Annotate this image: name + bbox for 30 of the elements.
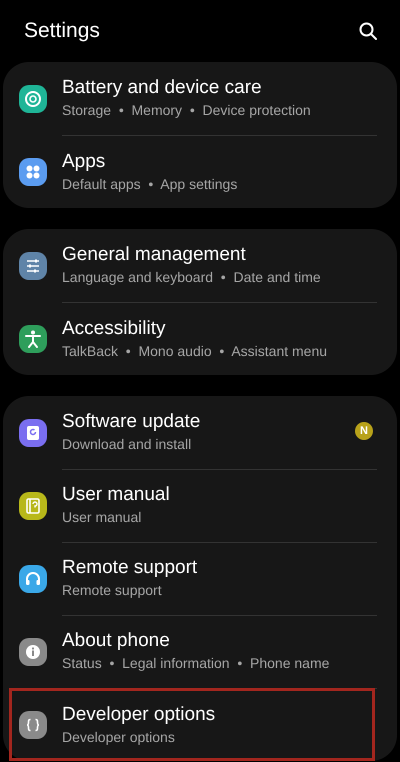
screen-title: Settings [24,19,100,43]
item-title: User manual [62,483,170,507]
item-details: TalkBack • Mono audio • Assistant menu [62,342,328,360]
settings-item[interactable]: General management Language and keyboard • Date and time [3,229,397,302]
settings-item[interactable]: Accessibility TalkBack • Mono audio • Assistant menu [3,302,397,375]
item-details: Download and install [62,435,192,454]
settings-item[interactable]: Software update Download and install N [3,396,397,469]
item-title: Developer options [62,702,216,726]
item-details: Status • Legal information • Phone name [62,654,330,673]
item-details: Language and keyboard • Date and time [62,268,321,287]
item-title: Battery and device care [62,76,262,100]
item-title: About phone [62,629,170,653]
search-icon[interactable] [358,21,378,41]
item-title: Remote support [62,556,198,580]
settings-item[interactable]: About phone Status • Legal information • Phone name [3,615,397,688]
notification-badge: N [355,422,373,440]
settings-item[interactable]: Battery and device care Storage • Memory • Device protection [3,62,397,135]
item-title: Accessibility [62,316,166,340]
item-title: General management [62,243,246,267]
item-title: Apps [62,150,106,174]
settings-item[interactable]: Apps Default apps • App settings [3,135,397,208]
settings-item[interactable]: Remote support Remote support [3,542,397,615]
settings-item[interactable]: User manual User manual [3,469,397,542]
item-details: Remote support [62,581,162,600]
item-details: User manual [62,508,142,527]
item-details: Developer options [62,728,175,746]
settings-item[interactable]: Developer options Developer options [9,688,375,761]
item-title: Software update [62,410,200,434]
item-details: Default apps • App settings [62,174,238,194]
item-details: Storage • Memory • Device protection [62,101,311,120]
